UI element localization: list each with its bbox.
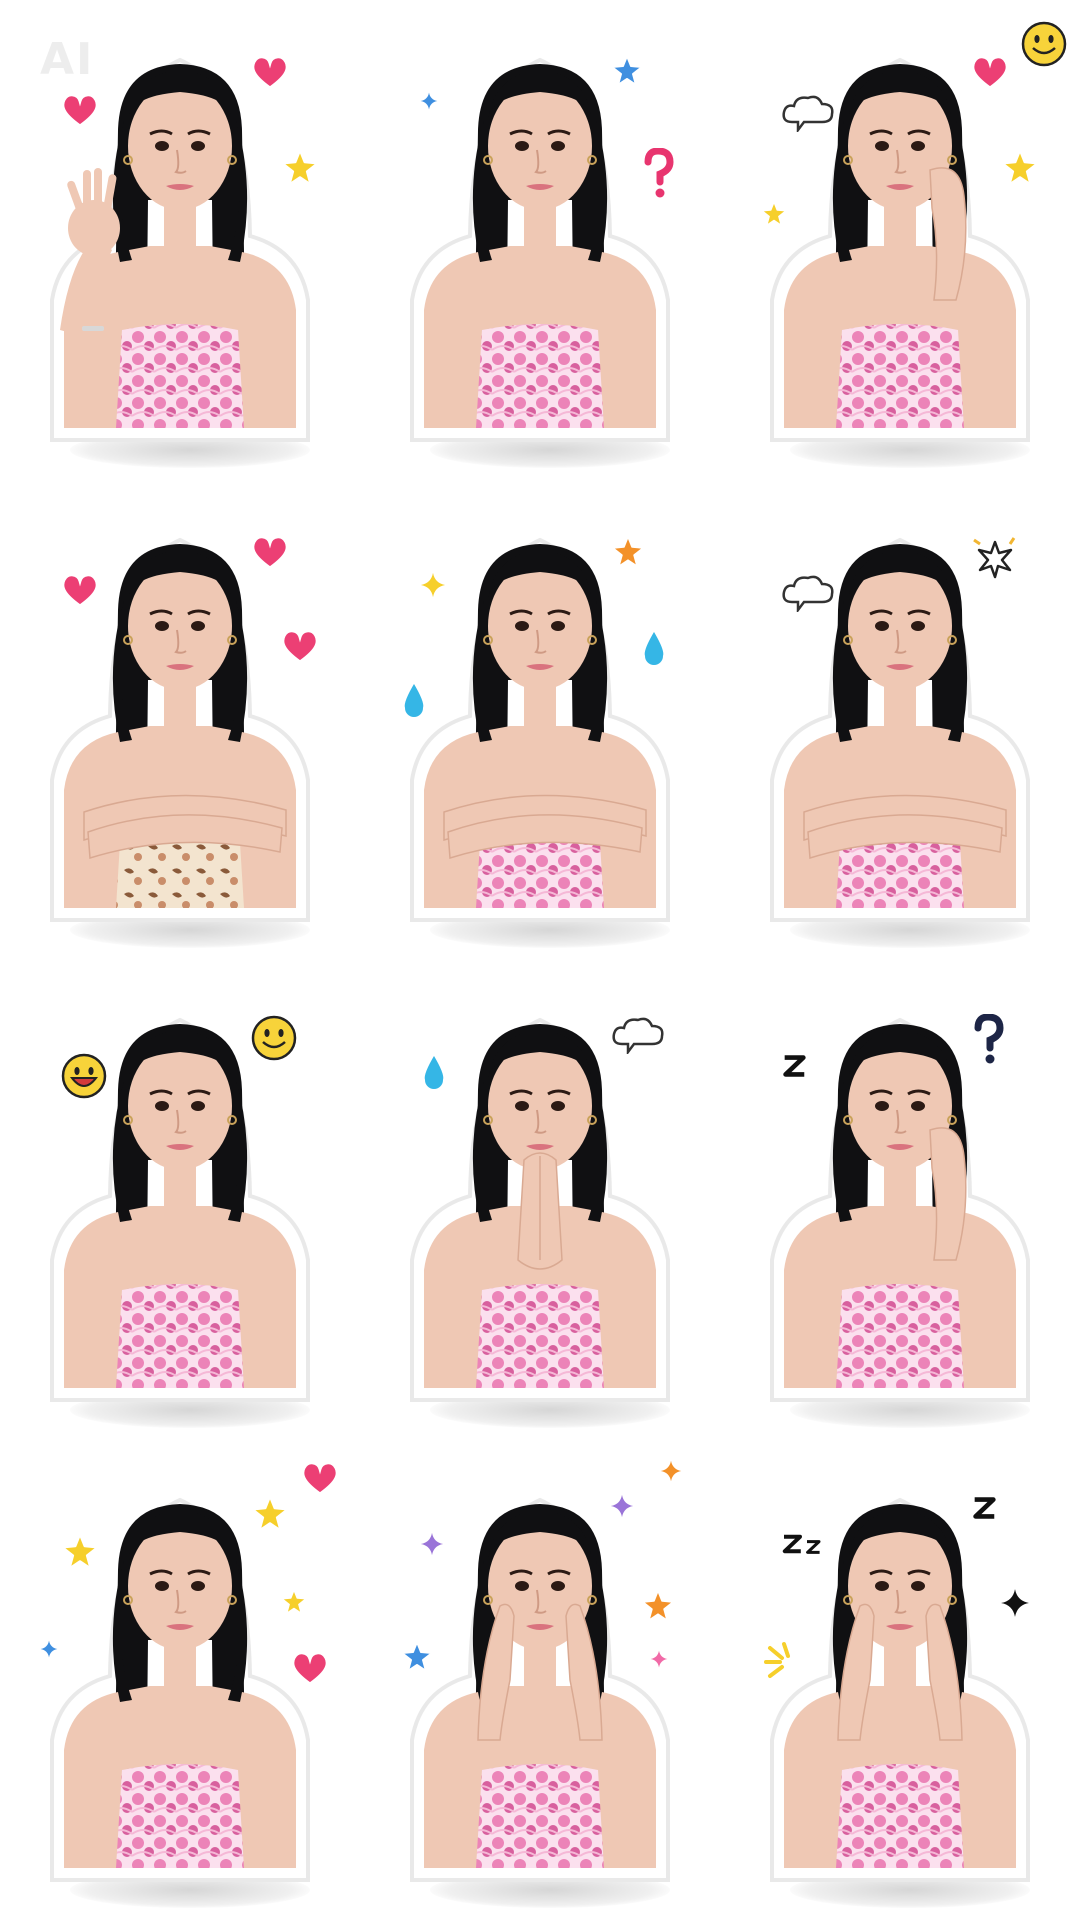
star-orange-icon [640,1588,676,1629]
smiley-grin-icon [60,1052,108,1105]
sparkle-orange-icon [660,1460,682,1487]
rays-yellow-icon [760,1640,804,1689]
sticker-annoyed-wink [720,480,1080,960]
star-small-blue-icon [40,1640,58,1663]
star-yellow-icon [1000,148,1040,193]
star-blue-icon [610,54,644,93]
heart-icon [300,1460,340,1501]
cloud-icon [610,1014,666,1059]
drop-icon [420,1052,448,1097]
drop-icon [400,680,428,725]
sticker-waving-hello [0,0,360,480]
sticker-blowing-bubble [0,480,360,960]
star-blue-icon [400,1640,434,1679]
girl-figure-neutral [360,0,720,480]
sticker-thinking-chin-hand [720,0,1080,480]
sticker-surprised-cheeks [360,1440,720,1920]
girl-figure-arms-crossed [0,480,360,960]
girl-figure-pray [360,960,720,1440]
cloud-icon [780,572,836,617]
sticker-pleading-hands [360,960,720,1440]
star-small-blue-icon [420,92,438,115]
sparkle-pink-icon [650,1650,668,1673]
question-pink-icon [640,147,676,205]
girl-figure-cheek-right [720,960,1080,1440]
cloud-icon [780,92,836,137]
sticker-shocked-zzz [720,1440,1080,1920]
sticker-dreamy-stars [0,1440,360,1920]
sticker-laughing-wink [360,0,720,480]
sticker-sleepy-frown [720,960,1080,1440]
smiley-icon [250,1014,298,1067]
heart-icon [250,54,290,95]
smiley-icon [1020,20,1068,73]
girl-figure-both-cheeks [360,1440,720,1920]
heart-icon [290,1650,330,1691]
girl-figure-wave [0,0,360,480]
z-single-icon [780,1052,808,1085]
star-yellow-icon [280,148,320,193]
burst-icon [970,534,1020,589]
heart-icon [250,534,290,575]
sticker-calm-neutral [0,960,360,1440]
sparkle-dark-icon [1000,1588,1030,1623]
star-yellow-small-icon [760,200,788,233]
girl-figure-neutral [0,960,360,1440]
z-single-icon [970,1494,998,1527]
question-dark-icon [970,1013,1006,1071]
sparkle-yellow-icon [420,572,446,603]
sticker-pouting-kiss [360,480,720,960]
heart-icon [970,54,1010,95]
star-yellow-icon [250,1494,290,1539]
girl-figure-arms-crossed [720,480,1080,960]
zz-icon [780,1532,822,1561]
drop-icon [640,628,668,673]
star-orange-icon [610,534,646,575]
heart-icon [60,92,100,133]
star-yellow-icon [60,1532,100,1577]
heart-icon [60,572,100,613]
heart-icon [280,628,320,669]
star-yellow-small-icon [280,1588,308,1621]
sticker-sheet [0,0,1080,1920]
sparkle-purple-icon [610,1494,634,1523]
sparkle-purple-icon [420,1532,444,1561]
